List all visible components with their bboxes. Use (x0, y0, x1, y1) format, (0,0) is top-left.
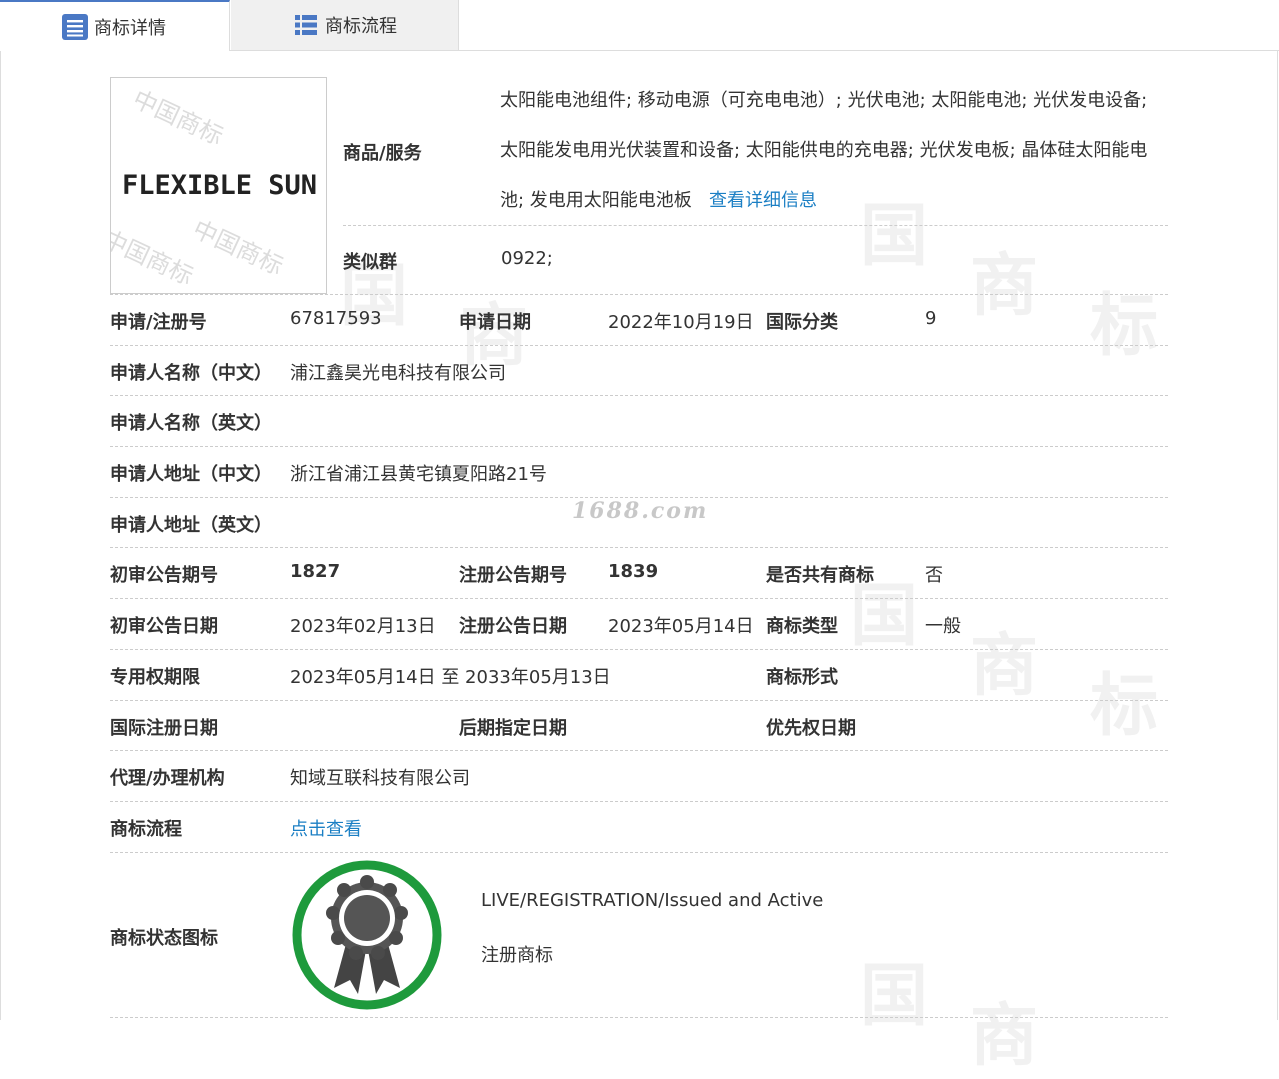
similar-group-value: 0922; (501, 248, 553, 269)
goods-label: 商品/服务 (343, 143, 422, 164)
goods-list: 太阳能电池组件; 移动电源（可充电电池）; 光伏电池; 太阳能电池; 光伏发电设… (500, 90, 1148, 211)
address-cn-label: 申请人地址（中文） (110, 464, 272, 485)
applicant-en-label: 申请人名称（英文） (110, 413, 272, 434)
reg-pub-no-value: 1839 (608, 561, 659, 582)
later-date-label: 后期指定日期 (459, 718, 567, 739)
reg-pub-date-label: 注册公告日期 (459, 616, 567, 637)
tab-bar: 商标详情 商标流程 (0, 0, 1279, 51)
status-english: LIVE/REGISTRATION/Issued and Active (481, 890, 824, 911)
reg-pub-date-value: 2023年05月14日 (608, 616, 754, 637)
agent-label: 代理/办理机构 (110, 768, 225, 789)
background-watermark: 商 (970, 626, 1039, 706)
list-bullets-icon (295, 15, 317, 35)
intl-reg-date-label: 国际注册日期 (110, 718, 218, 739)
intl-class-value: 9 (925, 308, 937, 329)
similar-group-label: 类似群 (343, 252, 397, 273)
goods-services-text: 太阳能电池组件; 移动电源（可充电电池）; 光伏电池; 太阳能电池; 光伏发电设… (500, 76, 1168, 226)
status-icon-label: 商标状态图标 (110, 928, 218, 949)
apply-date-label: 申请日期 (459, 312, 531, 333)
prelim-no-label: 初审公告期号 (110, 565, 218, 586)
term-label: 专用权期限 (110, 667, 200, 688)
trademark-logo-text: FLEXIBLE SUN (121, 170, 318, 201)
tab-label: 商标详情 (94, 17, 166, 39)
reg-no-label: 申请/注册号 (110, 312, 207, 333)
tab-trademark-details[interactable]: 商标详情 (0, 0, 230, 51)
registered-badge-icon (292, 860, 442, 1010)
prelim-date-value: 2023年02月13日 (290, 616, 436, 637)
prelim-no-value: 1827 (290, 561, 341, 582)
trademark-type-label: 商标类型 (766, 616, 838, 637)
tab-trademark-process[interactable]: 商标流程 (231, 0, 459, 50)
address-en-label: 申请人地址（英文） (110, 515, 272, 536)
shared-label: 是否共有商标 (766, 565, 874, 586)
address-cn-value: 浙江省浦江县黄宅镇夏阳路21号 (290, 464, 547, 485)
background-watermark: 商 (970, 246, 1039, 326)
background-watermark: 标 (1090, 286, 1159, 366)
process-label: 商标流程 (110, 819, 182, 840)
trademark-type-value: 一般 (925, 616, 961, 637)
view-details-link[interactable]: 查看详细信息 (709, 190, 817, 211)
term-value: 2023年05月14日 至 2033年05月13日 (290, 667, 611, 688)
trademark-form-label: 商标形式 (766, 667, 838, 688)
list-lines-icon (62, 13, 88, 40)
apply-date-value: 2022年10月19日 (608, 312, 754, 333)
shared-value: 否 (925, 565, 943, 586)
reg-no-value: 67817593 (290, 308, 382, 329)
view-process-link[interactable]: 点击查看 (290, 815, 362, 841)
background-watermark: 商 (970, 996, 1039, 1076)
status-chinese: 注册商标 (481, 945, 553, 966)
priority-date-label: 优先权日期 (766, 718, 856, 739)
agent-value: 知域互联科技有限公司 (290, 768, 470, 789)
background-watermark: 国 (860, 956, 929, 1036)
prelim-date-label: 初审公告日期 (110, 616, 218, 637)
intl-class-label: 国际分类 (766, 312, 838, 333)
applicant-cn-label: 申请人名称（中文） (110, 363, 272, 384)
applicant-cn-value: 浦江鑫昊光电科技有限公司 (290, 363, 506, 384)
tab-label: 商标流程 (325, 16, 397, 37)
trademark-image: 中国商标 中国商标 中国商标 FLEXIBLE SUN (110, 77, 327, 294)
reg-pub-no-label: 注册公告期号 (459, 565, 567, 586)
site-watermark: 1688.com (572, 498, 709, 524)
